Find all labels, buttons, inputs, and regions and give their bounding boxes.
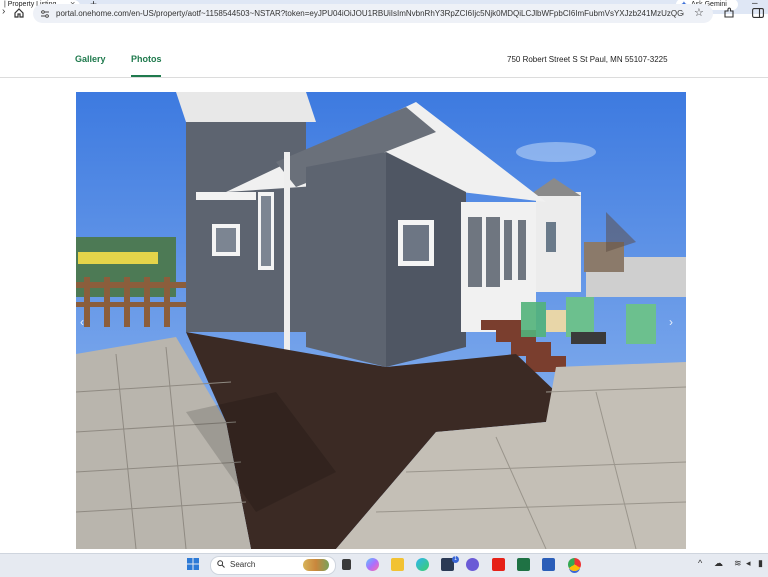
windows-start-icon[interactable] <box>187 558 199 570</box>
previous-photo-icon[interactable]: ‹ <box>80 315 84 329</box>
wifi-icon[interactable]: ≋ <box>734 558 742 569</box>
extensions-icon[interactable] <box>724 7 735 18</box>
file-explorer-icon[interactable] <box>391 558 404 571</box>
house-photo-illustration <box>76 92 686 549</box>
back-icon[interactable]: › <box>2 6 5 17</box>
taskbar-search-box[interactable]: Search <box>210 556 336 575</box>
edge-icon[interactable] <box>416 558 429 571</box>
taskbar-search-label: Search <box>230 560 256 569</box>
notification-badge: 1 <box>452 556 459 563</box>
property-address: 750 Robert Street S St Paul, MN 55107-32… <box>507 55 668 64</box>
battery-icon[interactable]: ▮ <box>758 558 763 569</box>
youtube-icon[interactable] <box>492 558 505 571</box>
side-panel-icon[interactable] <box>752 8 764 18</box>
bookmark-star-icon[interactable]: ☆ <box>694 6 704 19</box>
tab-photos[interactable]: Photos <box>131 54 162 64</box>
search-icon <box>217 560 225 568</box>
next-photo-icon[interactable]: › <box>669 315 673 329</box>
excel-icon[interactable] <box>517 558 530 571</box>
cloud-sync-icon[interactable]: ☁ <box>714 558 723 569</box>
tab-gallery[interactable]: Gallery <box>75 54 106 64</box>
task-view-icon[interactable] <box>342 559 351 570</box>
chrome-icon[interactable] <box>568 558 581 571</box>
copilot-icon[interactable] <box>366 558 379 571</box>
teams-icon[interactable] <box>466 558 479 571</box>
taskbar <box>0 553 768 577</box>
home-icon[interactable] <box>13 7 25 19</box>
property-photo[interactable] <box>76 92 686 549</box>
active-tab-indicator <box>131 75 161 77</box>
site-info-icon[interactable] <box>40 9 50 19</box>
search-highlight-image <box>303 559 329 571</box>
url-text[interactable]: portal.onehome.com/en-US/property/aotf~1… <box>56 8 684 19</box>
word-icon[interactable] <box>542 558 555 571</box>
show-hidden-icons-icon[interactable]: ^ <box>698 558 702 568</box>
volume-icon[interactable]: ◂ <box>746 558 751 569</box>
